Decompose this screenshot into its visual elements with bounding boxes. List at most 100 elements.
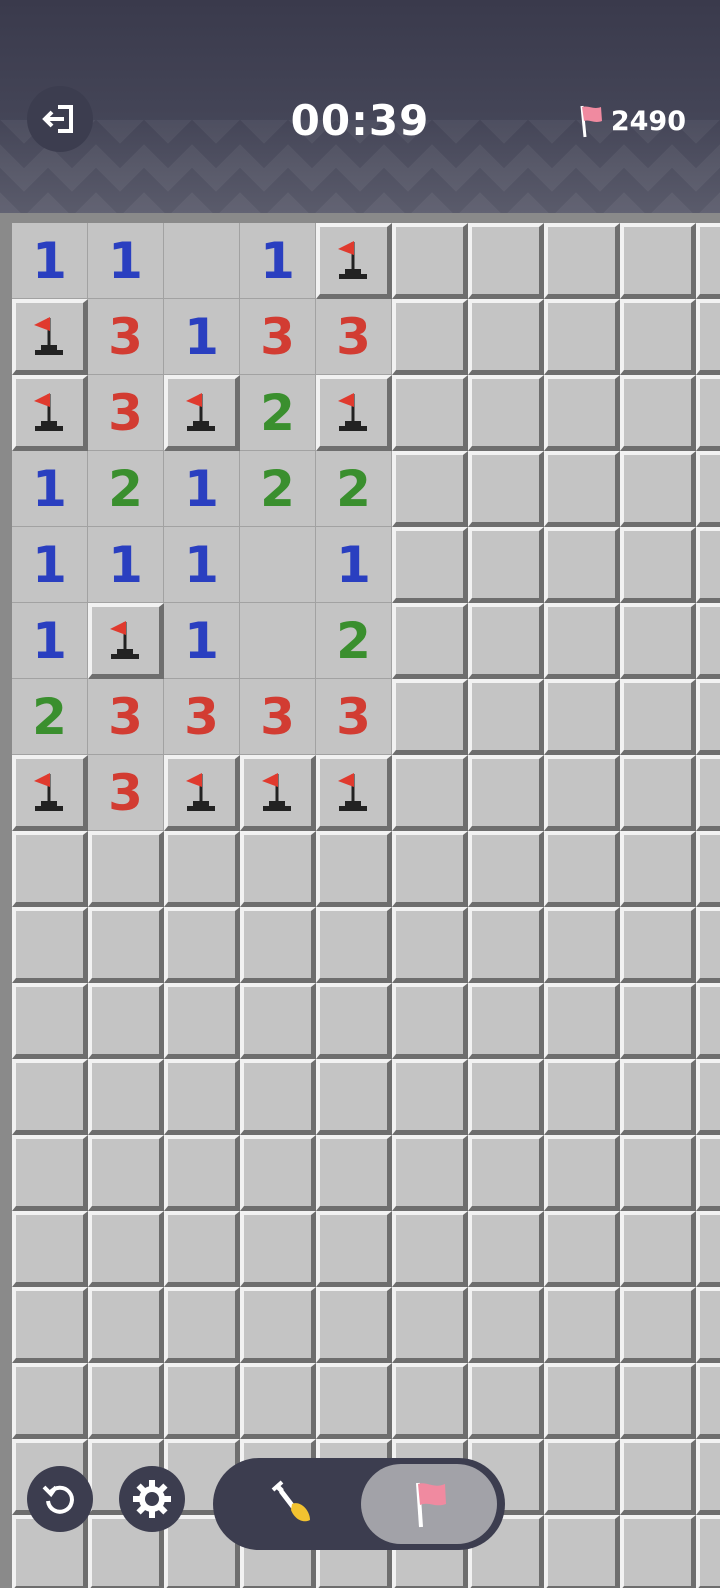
hidden-cell[interactable] [544,603,620,679]
number-cell[interactable]: 3 [240,679,316,755]
hidden-cell[interactable] [88,831,164,907]
hidden-cell[interactable] [544,223,620,299]
hidden-cell[interactable] [88,1135,164,1211]
hidden-cell[interactable] [544,1363,620,1439]
number-cell[interactable]: 1 [12,603,88,679]
number-cell[interactable]: 1 [164,527,240,603]
hidden-cell[interactable] [12,1059,88,1135]
hidden-cell[interactable] [696,375,720,451]
hidden-cell[interactable] [240,1287,316,1363]
empty-cell[interactable] [240,603,316,679]
hidden-cell[interactable] [620,451,696,527]
hidden-cell[interactable] [544,1059,620,1135]
hidden-cell[interactable] [392,299,468,375]
hidden-cell[interactable] [468,299,544,375]
hidden-cell[interactable] [88,907,164,983]
hidden-cell[interactable] [392,1211,468,1287]
hidden-cell[interactable] [544,1515,620,1588]
hidden-cell[interactable] [164,983,240,1059]
hidden-cell[interactable] [620,1363,696,1439]
hidden-cell[interactable] [620,907,696,983]
hidden-cell[interactable] [392,223,468,299]
hidden-cell[interactable] [392,1287,468,1363]
hidden-cell[interactable] [620,223,696,299]
number-cell[interactable]: 1 [12,223,88,299]
hidden-cell[interactable] [12,983,88,1059]
restart-button[interactable] [27,1466,93,1532]
flagged-cell[interactable] [12,375,88,451]
number-cell[interactable]: 2 [316,451,392,527]
hidden-cell[interactable] [696,1135,720,1211]
hidden-cell[interactable] [164,1287,240,1363]
hidden-cell[interactable] [696,1059,720,1135]
number-cell[interactable]: 2 [12,679,88,755]
hidden-cell[interactable] [392,1135,468,1211]
hidden-cell[interactable] [620,1439,696,1515]
hidden-cell[interactable] [620,375,696,451]
hidden-cell[interactable] [392,679,468,755]
hidden-cell[interactable] [316,1211,392,1287]
hidden-cell[interactable] [620,299,696,375]
hidden-cell[interactable] [696,223,720,299]
number-cell[interactable]: 1 [88,223,164,299]
hidden-cell[interactable] [12,1363,88,1439]
hidden-cell[interactable] [620,983,696,1059]
hidden-cell[interactable] [544,907,620,983]
hidden-cell[interactable] [392,1363,468,1439]
hidden-cell[interactable] [392,755,468,831]
hidden-cell[interactable] [316,1287,392,1363]
hidden-cell[interactable] [696,1439,720,1515]
flagged-cell[interactable] [316,223,392,299]
hidden-cell[interactable] [544,1211,620,1287]
number-cell[interactable]: 2 [240,451,316,527]
hidden-cell[interactable] [468,1363,544,1439]
hidden-cell[interactable] [620,831,696,907]
dig-mode-button[interactable] [229,1466,354,1542]
number-cell[interactable]: 3 [240,299,316,375]
hidden-cell[interactable] [468,907,544,983]
hidden-cell[interactable] [164,1363,240,1439]
hidden-cell[interactable] [12,907,88,983]
hidden-cell[interactable] [240,831,316,907]
hidden-cell[interactable] [468,983,544,1059]
hidden-cell[interactable] [544,375,620,451]
number-cell[interactable]: 3 [88,755,164,831]
flagged-cell[interactable] [240,755,316,831]
hidden-cell[interactable] [696,1515,720,1588]
hidden-cell[interactable] [468,1059,544,1135]
number-cell[interactable]: 3 [88,375,164,451]
number-cell[interactable]: 1 [12,527,88,603]
hidden-cell[interactable] [468,375,544,451]
number-cell[interactable]: 1 [164,603,240,679]
hidden-cell[interactable] [468,755,544,831]
hidden-cell[interactable] [468,831,544,907]
settings-button[interactable] [119,1466,185,1532]
hidden-cell[interactable] [316,1363,392,1439]
number-cell[interactable]: 1 [12,451,88,527]
hidden-cell[interactable] [88,1059,164,1135]
hidden-cell[interactable] [696,451,720,527]
number-cell[interactable]: 3 [316,679,392,755]
hidden-cell[interactable] [620,603,696,679]
hidden-cell[interactable] [88,1287,164,1363]
hidden-cell[interactable] [620,755,696,831]
hidden-cell[interactable] [696,527,720,603]
hidden-cell[interactable] [88,1211,164,1287]
hidden-cell[interactable] [544,831,620,907]
hidden-cell[interactable] [240,1211,316,1287]
hidden-cell[interactable] [696,755,720,831]
hidden-cell[interactable] [620,679,696,755]
flagged-cell[interactable] [316,375,392,451]
number-cell[interactable]: 3 [316,299,392,375]
hidden-cell[interactable] [696,299,720,375]
hidden-cell[interactable] [696,831,720,907]
hidden-cell[interactable] [392,527,468,603]
hidden-cell[interactable] [392,603,468,679]
flag-mode-button[interactable] [361,1464,497,1544]
number-cell[interactable]: 1 [164,451,240,527]
hidden-cell[interactable] [696,1363,720,1439]
hidden-cell[interactable] [544,983,620,1059]
flagged-cell[interactable] [88,603,164,679]
hidden-cell[interactable] [392,831,468,907]
hidden-cell[interactable] [544,451,620,527]
